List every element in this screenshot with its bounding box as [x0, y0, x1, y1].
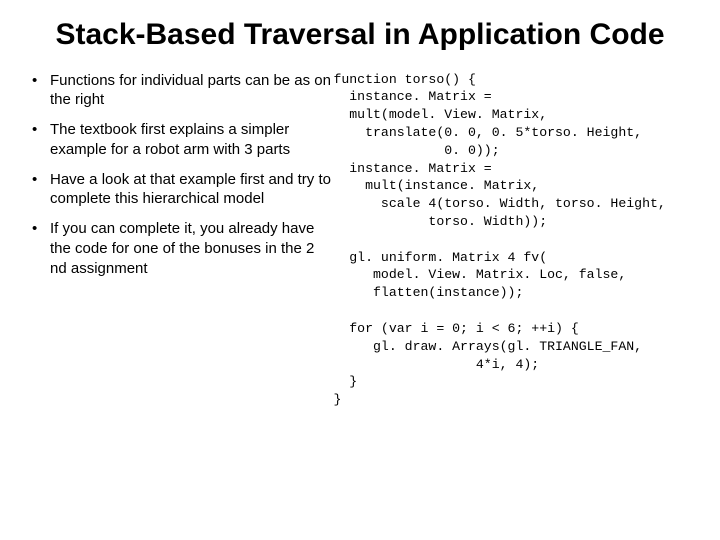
- list-item: Functions for individual parts can be as…: [28, 71, 333, 111]
- list-item: Have a look at that example first and tr…: [28, 170, 333, 210]
- slide-body: Functions for individual parts can be as…: [28, 71, 692, 409]
- slide: Stack-Based Traversal in Application Cod…: [0, 0, 720, 540]
- bullet-list: Functions for individual parts can be as…: [28, 71, 333, 279]
- slide-title: Stack-Based Traversal in Application Cod…: [28, 18, 692, 53]
- list-item: If you can complete it, you already have…: [28, 219, 333, 278]
- list-item: The textbook first explains a simpler ex…: [28, 120, 333, 160]
- code-block: function torso() { instance. Matrix = mu…: [333, 71, 692, 409]
- bullet-column: Functions for individual parts can be as…: [28, 71, 333, 409]
